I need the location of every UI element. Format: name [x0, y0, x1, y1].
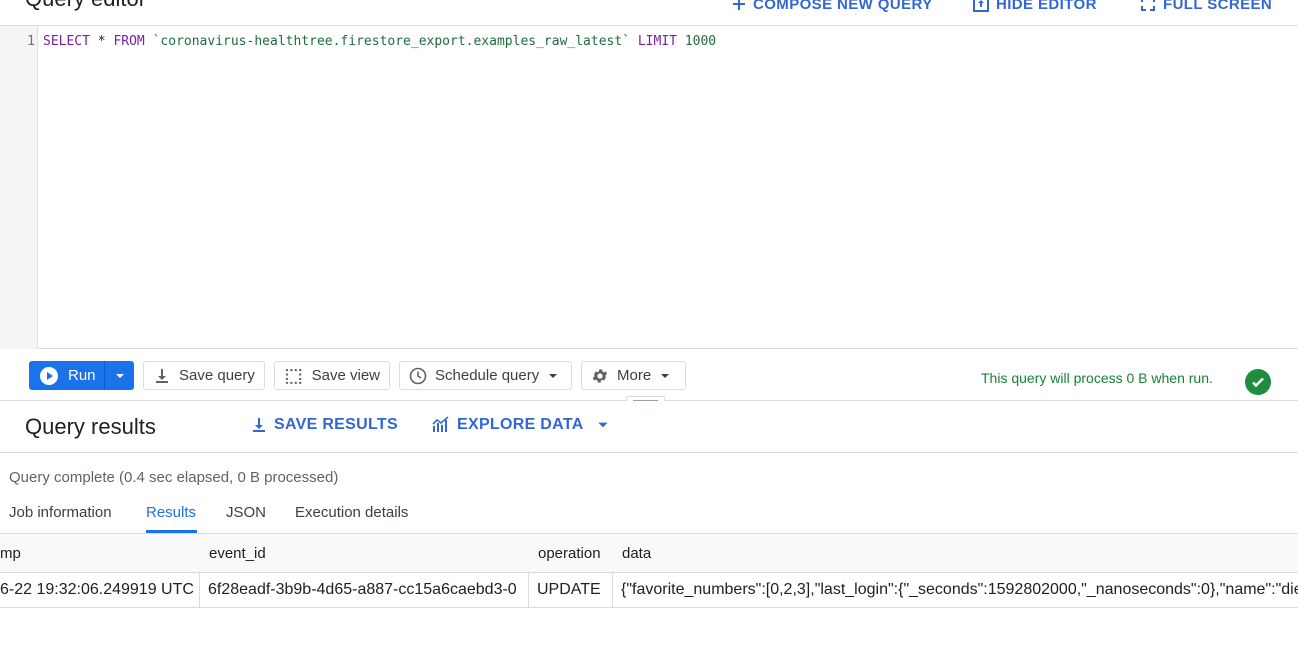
schedule-query-label: Schedule query	[435, 367, 540, 384]
save-results-button[interactable]: SAVE RESULTS	[250, 416, 398, 434]
download-icon	[156, 368, 168, 383]
keyword-from: FROM	[113, 34, 145, 49]
caret-down-icon	[115, 373, 124, 378]
query-status: Query complete (0.4 sec elapsed, 0 B pro…	[9, 469, 339, 486]
cell-timestamp: 6-22 19:32:06.249919 UTC	[0, 581, 194, 598]
table-reference: `coronavirus-healthtree.firestore_export…	[144, 34, 638, 49]
cell-data: {"favorite_numbers":[0,2,3],"last_login"…	[621, 581, 1298, 598]
hide-editor-icon	[973, 0, 989, 12]
more-button[interactable]: More	[581, 361, 686, 390]
query-code-line[interactable]: SELECT * FROM `coronavirus-healthtree.fi…	[43, 34, 716, 49]
column-divider	[199, 573, 200, 607]
full-screen-button[interactable]: FULL SCREEN	[1139, 0, 1272, 15]
limit-value: 1000	[677, 34, 717, 49]
explore-data-button[interactable]: EXPLORE DATA	[431, 416, 610, 434]
tab-json[interactable]: JSON	[226, 504, 266, 521]
tab-execution-details[interactable]: Execution details	[295, 504, 408, 521]
caret-down-icon	[597, 422, 608, 428]
table-header: mp event_id operation data	[0, 533, 1298, 573]
save-query-label: Save query	[179, 367, 255, 384]
check-circle-icon[interactable]	[1245, 369, 1271, 395]
play-icon	[40, 366, 58, 385]
compose-new-query-label: COMPOSE NEW QUERY	[753, 0, 933, 13]
keyword-select: SELECT	[43, 34, 90, 49]
column-header-event-id[interactable]: event_id	[209, 545, 266, 562]
hide-editor-label: HIDE EDITOR	[996, 0, 1097, 13]
results-title: Query results	[25, 414, 156, 439]
line-number: 1	[27, 34, 35, 49]
run-button[interactable]: Run	[29, 361, 134, 390]
table-row: 6-22 19:32:06.249919 UTC 6f28eadf-3b9b-4…	[0, 573, 1298, 608]
more-label: More	[617, 367, 652, 384]
caret-down-icon	[549, 373, 558, 378]
caret-down-icon	[661, 373, 670, 378]
hide-editor-button[interactable]: HIDE EDITOR	[972, 0, 1097, 15]
run-label: Run	[68, 367, 96, 384]
query-validator-message: This query will process 0 B when run.	[981, 370, 1213, 386]
results-header: Query results SAVE RESULTS EXPLORE DATA	[0, 401, 1298, 453]
column-header-timestamp[interactable]: mp	[0, 545, 21, 562]
gear-icon	[592, 368, 608, 383]
run-options-dropdown[interactable]	[105, 361, 134, 390]
save-view-button[interactable]: Save view	[274, 361, 390, 390]
plus-icon	[733, 0, 745, 10]
save-query-button[interactable]: Save query	[143, 361, 265, 390]
compose-new-query-button[interactable]: COMPOSE NEW QUERY	[731, 0, 933, 15]
column-divider	[528, 573, 529, 607]
save-view-label: Save view	[311, 367, 380, 384]
cell-event-id: 6f28eadf-3b9b-4d65-a887-cc15a6caebd3-0	[208, 581, 517, 598]
code-editor[interactable]: 1 SELECT * FROM `coronavirus-healthtree.…	[0, 26, 1298, 349]
tab-job-information[interactable]: Job information	[9, 504, 112, 521]
keyword-limit: LIMIT	[637, 34, 677, 49]
fullscreen-icon	[1141, 0, 1155, 11]
explore-data-label: EXPLORE DATA	[457, 416, 584, 433]
column-header-operation[interactable]: operation	[538, 545, 601, 562]
full-screen-label: FULL SCREEN	[1163, 0, 1273, 13]
column-divider	[612, 573, 613, 607]
cell-operation: UPDATE	[537, 581, 601, 598]
editor-title: Query editor	[25, 0, 146, 12]
save-results-label: SAVE RESULTS	[274, 416, 398, 433]
grid-dots-icon	[285, 368, 302, 384]
editor-header: Query editor COMPOSE NEW QUERY HIDE EDIT…	[0, 0, 1298, 26]
clock-icon	[409, 367, 427, 384]
run-main-button[interactable]: Run	[29, 361, 105, 390]
column-header-data[interactable]: data	[622, 545, 651, 562]
line-gutter: 1	[0, 26, 38, 349]
query-toolbar: Run Save query Save view Schedule query …	[0, 349, 1298, 405]
chart-icon	[432, 416, 449, 432]
select-star: *	[89, 34, 114, 49]
schedule-query-button[interactable]: Schedule query	[399, 361, 572, 390]
tab-results[interactable]: Results	[146, 504, 196, 521]
download-icon	[253, 418, 265, 432]
